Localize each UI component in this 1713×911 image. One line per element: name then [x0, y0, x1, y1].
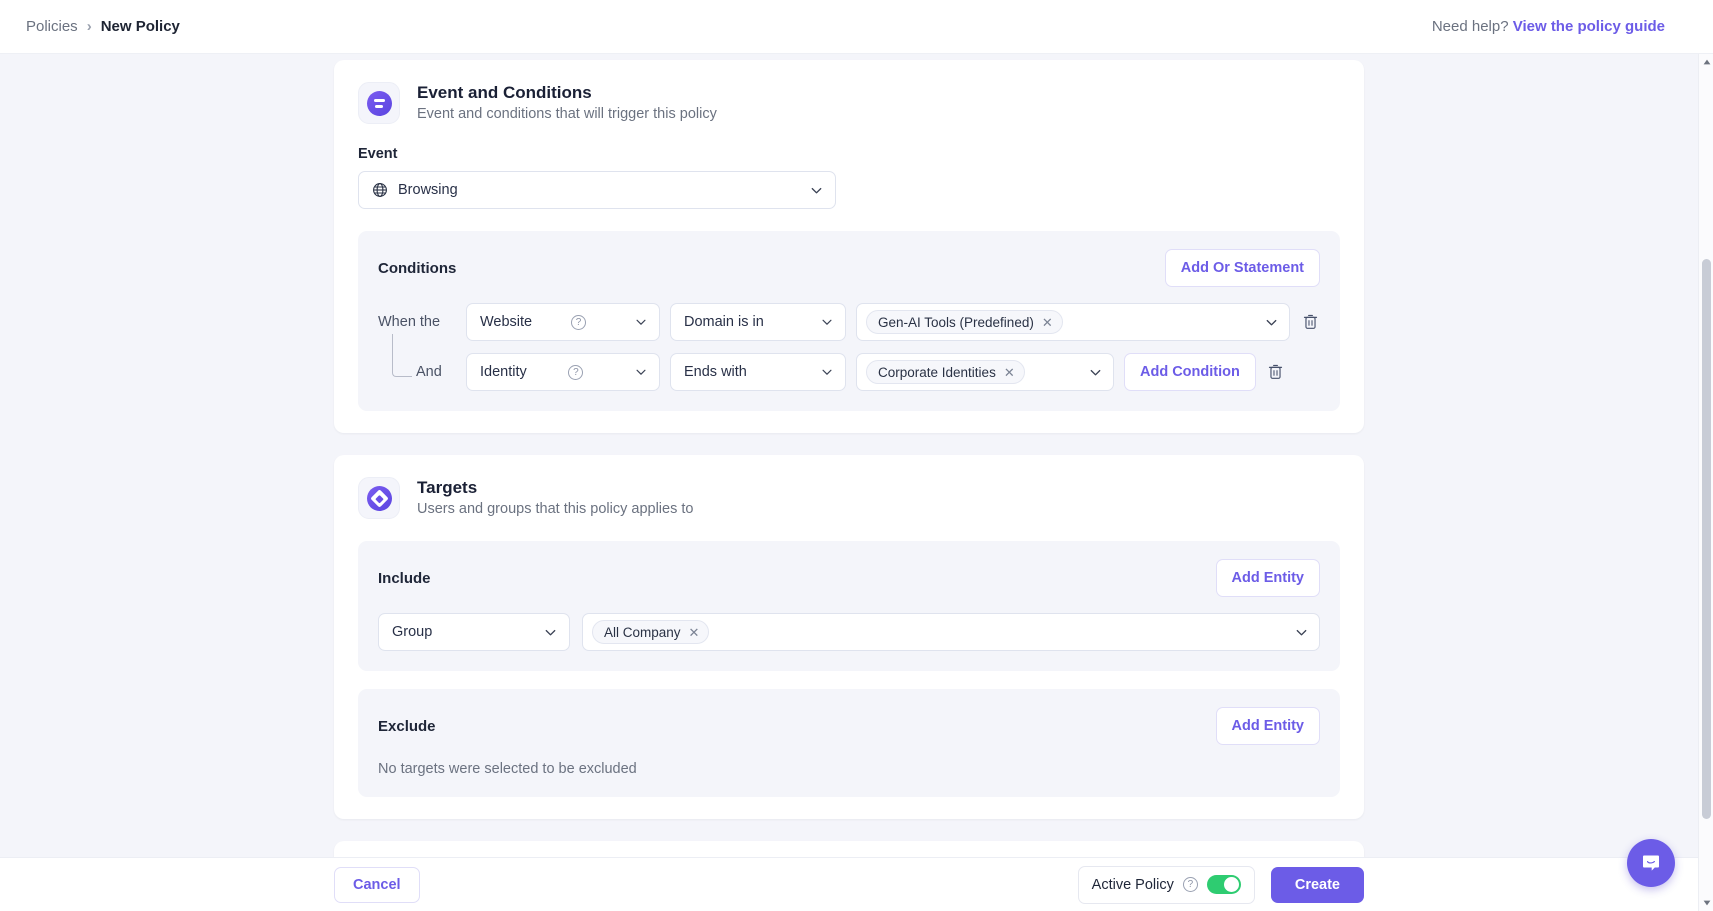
- top-bar: Policies › New Policy Need help? View th…: [0, 0, 1713, 54]
- chevron-down-icon: [1088, 365, 1103, 380]
- chevron-down-icon: [634, 365, 648, 379]
- add-condition-button[interactable]: Add Condition: [1124, 353, 1256, 391]
- condition-operator-select[interactable]: Ends with: [670, 353, 846, 391]
- chevron-down-icon: [820, 315, 834, 329]
- condition-operator-value: Ends with: [684, 364, 747, 380]
- value-tag-label: Corporate Identities: [878, 364, 996, 380]
- include-entity-type-value: Group: [392, 624, 433, 640]
- value-tag-label: All Company: [604, 624, 681, 640]
- footer-action-bar: Cancel Active Policy ? Create: [0, 857, 1698, 911]
- conditions-header: Conditions Add Or Statement: [378, 249, 1320, 287]
- value-tag[interactable]: All Company ✕: [592, 620, 710, 644]
- scroll-area: Event and Conditions Event and condition…: [0, 54, 1698, 857]
- remove-tag-icon[interactable]: ✕: [689, 626, 700, 639]
- include-title: Include: [378, 569, 431, 587]
- content-column: Event and Conditions Event and condition…: [334, 54, 1364, 857]
- page-body: Event and Conditions Event and condition…: [0, 54, 1713, 911]
- condition-row: When the Website ? Domain is in Gen-AI T…: [378, 303, 1320, 341]
- condition-subject-select[interactable]: Identity ?: [466, 353, 660, 391]
- condition-subject-value: Website: [480, 314, 533, 330]
- value-tag[interactable]: Gen-AI Tools (Predefined) ✕: [866, 310, 1063, 334]
- add-or-statement-button[interactable]: Add Or Statement: [1164, 249, 1320, 287]
- conditions-title: Conditions: [378, 259, 457, 277]
- breadcrumb-separator-icon: ›: [86, 18, 92, 35]
- targets-card-title: Targets: [417, 478, 478, 497]
- remove-tag-icon[interactable]: ✕: [1042, 316, 1053, 329]
- include-entity-multiselect[interactable]: All Company ✕: [582, 613, 1320, 651]
- chevron-down-icon: [820, 365, 834, 379]
- vertical-scrollbar[interactable]: [1698, 54, 1713, 911]
- help-circle-icon[interactable]: ?: [1182, 877, 1198, 892]
- cancel-button[interactable]: Cancel: [334, 866, 420, 903]
- help-circle-icon[interactable]: ?: [571, 314, 587, 330]
- sliders-circle-icon: [358, 82, 400, 124]
- exclude-empty-message: No targets were selected to be excluded: [378, 761, 637, 777]
- exclude-title: Exclude: [378, 717, 436, 735]
- value-tag[interactable]: Corporate Identities ✕: [866, 360, 1025, 384]
- event-and-conditions-card: Event and Conditions Event and condition…: [334, 60, 1364, 433]
- breadcrumb: Policies › New Policy: [26, 18, 180, 35]
- breadcrumb-policies-link[interactable]: Policies: [26, 18, 78, 35]
- event-select-value: Browsing: [398, 182, 458, 198]
- delete-condition-button[interactable]: [1266, 363, 1286, 381]
- branch-connector-line: [392, 334, 412, 377]
- condition-prefix-label: And: [416, 364, 442, 380]
- include-row: Group All Company ✕: [378, 613, 1320, 651]
- condition-operator-value: Domain is in: [684, 314, 764, 330]
- diamond-circle-icon: [358, 477, 400, 519]
- event-card-subtitle: Event and conditions that will trigger t…: [417, 106, 717, 123]
- include-header: Include Add Entity: [378, 559, 1320, 597]
- chevron-down-icon: [809, 183, 824, 198]
- event-select[interactable]: Browsing: [358, 171, 836, 209]
- chevron-down-icon: [543, 625, 558, 640]
- targets-card-header: Targets Users and groups that this polic…: [358, 477, 1340, 519]
- exclude-header: Exclude Add Entity: [378, 707, 1320, 745]
- condition-value-multiselect[interactable]: Gen-AI Tools (Predefined) ✕: [856, 303, 1290, 341]
- create-button[interactable]: Create: [1270, 866, 1364, 903]
- exclude-add-entity-button[interactable]: Add Entity: [1215, 707, 1320, 745]
- event-card-title: Event and Conditions: [417, 83, 592, 102]
- chat-bubble-icon[interactable]: [1627, 839, 1675, 887]
- active-policy-control: Active Policy ?: [1077, 865, 1255, 904]
- active-policy-label: Active Policy: [1091, 876, 1174, 893]
- help-circle-icon[interactable]: ?: [568, 364, 584, 380]
- exclude-panel: Exclude Add Entity No targets were selec…: [358, 689, 1340, 797]
- condition-value-multiselect[interactable]: Corporate Identities ✕: [856, 353, 1114, 391]
- event-card-header: Event and Conditions Event and condition…: [358, 82, 1340, 124]
- next-card-peek: [334, 841, 1364, 857]
- conditions-panel: Conditions Add Or Statement When the Web…: [358, 231, 1340, 411]
- condition-prefix: When the: [378, 314, 441, 330]
- targets-card-subtitle: Users and groups that this policy applie…: [417, 501, 694, 518]
- scroll-up-arrow-icon[interactable]: [1699, 54, 1713, 70]
- value-tag-label: Gen-AI Tools (Predefined): [878, 314, 1034, 330]
- targets-card: Targets Users and groups that this polic…: [334, 455, 1364, 819]
- help-label: Need help?: [1431, 18, 1509, 35]
- condition-operator-select[interactable]: Domain is in: [670, 303, 846, 341]
- scrollbar-thumb[interactable]: [1702, 259, 1711, 819]
- help-text: Need help? View the policy guide: [1432, 18, 1687, 35]
- remove-tag-icon[interactable]: ✕: [1004, 366, 1015, 379]
- chevron-down-icon: [1294, 625, 1309, 640]
- policy-guide-link[interactable]: View the policy guide: [1513, 18, 1665, 35]
- delete-condition-button[interactable]: [1300, 313, 1320, 331]
- breadcrumb-current-page: New Policy: [100, 18, 180, 35]
- event-field-label: Event: [358, 146, 398, 162]
- condition-prefix: And: [378, 334, 456, 380]
- condition-subject-select[interactable]: Website ?: [466, 303, 660, 341]
- include-entity-type-select[interactable]: Group: [378, 613, 570, 651]
- chevron-down-icon: [634, 315, 648, 329]
- chevron-down-icon: [1264, 315, 1279, 330]
- condition-subject-value: Identity: [480, 364, 527, 380]
- condition-row: And Identity ? Ends with Corporate Ident…: [378, 334, 1320, 391]
- include-add-entity-button[interactable]: Add Entity: [1215, 559, 1320, 597]
- globe-icon: [372, 182, 388, 198]
- include-panel: Include Add Entity Group All Company ✕: [358, 541, 1340, 671]
- scroll-down-arrow-icon[interactable]: [1699, 895, 1713, 911]
- active-policy-toggle[interactable]: [1206, 875, 1241, 894]
